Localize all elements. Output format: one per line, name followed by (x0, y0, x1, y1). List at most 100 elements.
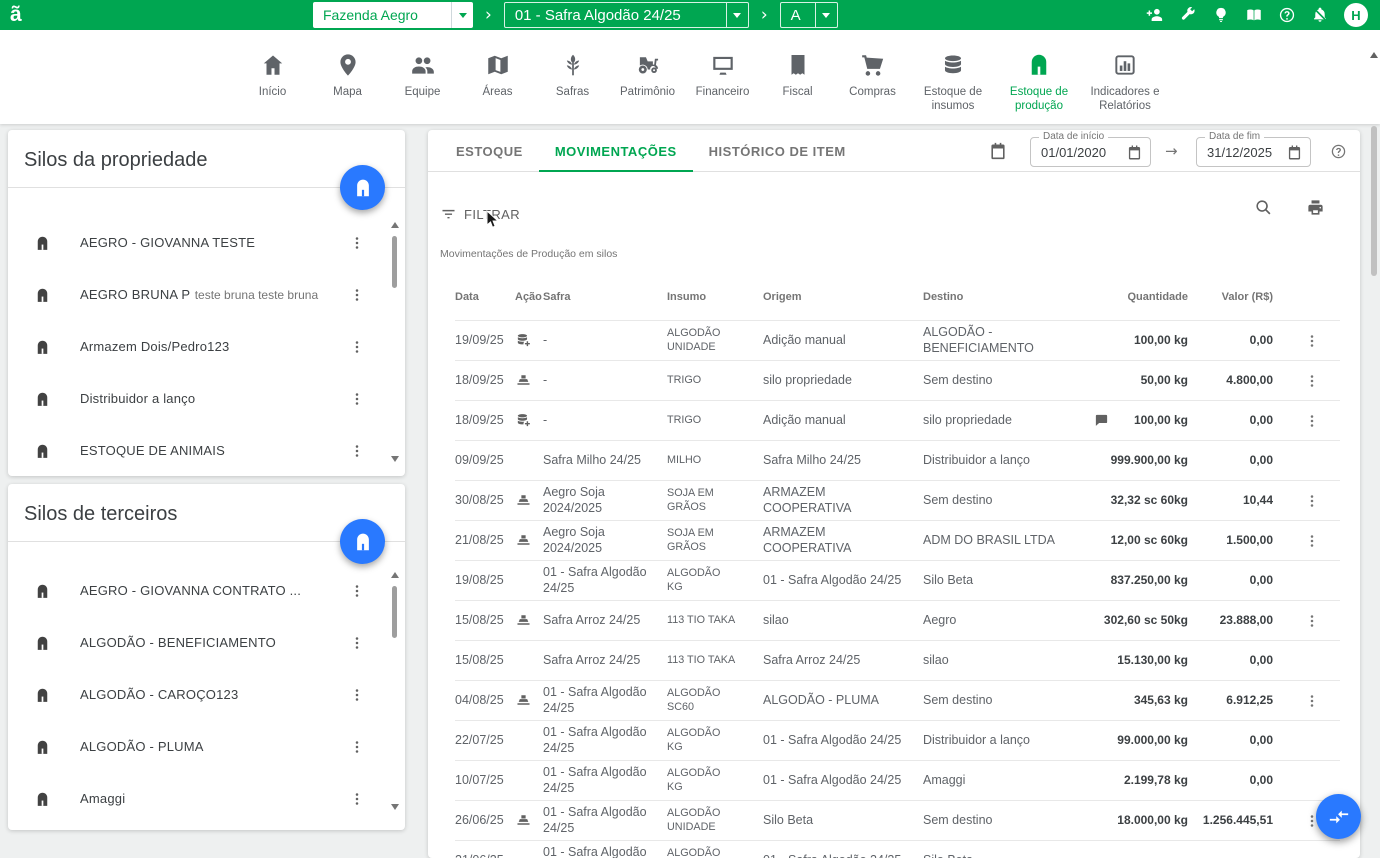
silo-list-item[interactable]: Distribuidor a lanço (8, 373, 387, 425)
own-silos-scrollbar[interactable] (389, 222, 400, 462)
whats-new-bulb-icon[interactable] (1212, 6, 1230, 24)
table-row[interactable]: 09/09/25 Safra Milho 24/25 MILHO Safra M… (455, 440, 1340, 480)
nav-financeiro[interactable]: Financeiro (685, 52, 760, 114)
silo-list-item[interactable]: Amaggi (8, 773, 387, 825)
third-party-silos-scrollbar[interactable] (389, 572, 400, 810)
row-menu-button[interactable] (1304, 693, 1320, 709)
nav-mapa[interactable]: Mapa (310, 52, 385, 114)
print-icon[interactable] (1306, 198, 1325, 217)
row-menu-button[interactable] (1304, 333, 1320, 349)
cell-destino: Silo Beta (923, 841, 1099, 858)
table-row[interactable]: 10/07/25 01 - Safra Algodão 24/25 ALGODÃ… (455, 760, 1340, 800)
plot-selector-caret[interactable] (815, 3, 837, 27)
date-start-value[interactable]: 01/01/2020 (1031, 145, 1126, 160)
item-menu-button[interactable] (349, 443, 365, 459)
row-menu-button[interactable] (1304, 493, 1320, 509)
scrollbar-thumb[interactable] (392, 236, 397, 288)
row-menu-button[interactable] (1304, 413, 1320, 429)
table-row[interactable]: 21/08/25 Aegro Soja 2024/2025 SOJA EM GR… (455, 520, 1340, 560)
table-row[interactable]: 26/06/25 01 - Safra Algodão 24/25 ALGODÃ… (455, 800, 1340, 840)
nav-areas[interactable]: Áreas (460, 52, 535, 114)
plot-selector[interactable]: A (780, 2, 838, 28)
table-row[interactable]: 19/09/25 - ALGODÃO UNIDADE Adição manual… (455, 320, 1340, 360)
nav-inicio[interactable]: Início (235, 52, 310, 114)
nav-safras[interactable]: Safras (535, 52, 610, 114)
notifications-off-icon[interactable] (1311, 6, 1329, 24)
scrollbar-thumb[interactable] (1371, 126, 1377, 276)
silo-list-item[interactable]: ESTOQUE DE ANIMAIS (8, 425, 387, 474)
calendar-icon[interactable] (1286, 144, 1303, 161)
cell-origem: 01 - Safra Algodão 24/25 (763, 773, 923, 789)
search-icon[interactable] (1254, 198, 1273, 217)
silo-list-item[interactable]: AEGRO - GIOVANNA CONTRATO ... (8, 565, 387, 617)
tab-historico-de-item[interactable]: HISTÓRICO DE ITEM (693, 130, 862, 172)
tab-movimentacoes[interactable]: MOVIMENTAÇÕES (539, 130, 693, 172)
invite-user-icon[interactable] (1146, 6, 1164, 24)
table-row[interactable]: 18/09/25 - TRIGO Adição manual silo prop… (455, 400, 1340, 440)
scroll-down-icon[interactable] (391, 804, 399, 810)
row-menu-button[interactable] (1304, 533, 1320, 549)
add-silo-fab[interactable] (340, 519, 385, 564)
date-end-field[interactable]: Data de fim 31/12/2025 (1196, 137, 1311, 167)
silo-list-item[interactable]: Armazem Dois/Pedro123 (8, 321, 387, 373)
help-icon[interactable] (1278, 6, 1296, 24)
tab-estoque[interactable]: ESTOQUE (440, 130, 539, 172)
silo-list-item[interactable]: AEGRO - GIOVANNA TESTE (8, 217, 387, 269)
table-row[interactable]: 21/06/25 01 - Safra Algodão 24/25 ALGODÃ… (455, 840, 1340, 858)
knowledge-base-icon[interactable] (1245, 6, 1263, 24)
scroll-up-icon[interactable] (1370, 52, 1378, 58)
item-menu-button[interactable] (349, 583, 365, 599)
date-end-value[interactable]: 31/12/2025 (1197, 145, 1286, 160)
silo-list-item[interactable]: AEGRO BRUNA P teste bruna teste bruna (8, 269, 387, 321)
item-menu-button[interactable] (349, 235, 365, 251)
item-menu-button[interactable] (349, 739, 365, 755)
scrollbar-thumb[interactable] (392, 586, 397, 638)
scroll-up-icon[interactable] (391, 572, 399, 578)
silo-list-item[interactable]: ALGODÃO - PLUMA (8, 721, 387, 773)
harvest-selector[interactable]: 01 - Safra Algodão 24/25 (504, 2, 749, 28)
calendar-icon[interactable] (1126, 144, 1143, 161)
table-row[interactable]: 19/08/25 01 - Safra Algodão 24/25 ALGODÃ… (455, 560, 1340, 600)
row-menu-button[interactable] (1304, 613, 1320, 629)
user-avatar[interactable]: H (1344, 3, 1368, 27)
silo-list-item[interactable]: ALGODÃO - CAROÇO123 (8, 669, 387, 721)
table-row[interactable]: 15/08/25 Safra Arroz 24/25 113 TIO TAKA … (455, 640, 1340, 680)
help-icon[interactable] (1330, 143, 1347, 160)
nav-fiscal[interactable]: Fiscal (760, 52, 835, 114)
item-menu-button[interactable] (349, 635, 365, 651)
page-scrollbar[interactable] (1369, 46, 1379, 856)
item-menu-button[interactable] (349, 391, 365, 407)
nav-estoque-producao[interactable]: Estoque de produção (996, 52, 1082, 114)
header-insumo: Insumo (667, 291, 763, 303)
silo-list-item[interactable]: ALGODÃO - BENEFICIAMENTO (8, 617, 387, 669)
date-start-field[interactable]: Data de início 01/01/2020 (1030, 137, 1151, 167)
row-menu-button[interactable] (1304, 373, 1320, 389)
table-row[interactable]: 15/08/25 Safra Arroz 24/25 113 TIO TAKA … (455, 600, 1340, 640)
tools-icon[interactable] (1179, 6, 1197, 24)
table-row[interactable]: 04/08/25 01 - Safra Algodão 24/25 ALGODÃ… (455, 680, 1340, 720)
table-row[interactable]: 30/08/25 Aegro Soja 2024/2025 SOJA EM GR… (455, 480, 1340, 520)
calendar-icon[interactable] (988, 141, 1008, 161)
item-menu-button[interactable] (349, 791, 365, 807)
cell-safra: 01 - Safra Algodão 24/25 (543, 845, 667, 858)
item-menu-button[interactable] (349, 287, 365, 303)
filter-button[interactable]: FILTRAR (440, 206, 520, 223)
nav-equipe[interactable]: Equipe (385, 52, 460, 114)
add-silo-fab[interactable] (340, 165, 385, 210)
table-row[interactable]: 22/07/25 01 - Safra Algodão 24/25 ALGODÃ… (455, 720, 1340, 760)
nav-patrimonio[interactable]: Patrimônio (610, 52, 685, 114)
farm-selector-caret[interactable] (451, 2, 473, 28)
new-movement-fab[interactable] (1316, 794, 1361, 839)
nav-estoque-insumos[interactable]: Estoque de insumos (910, 52, 996, 114)
nav-indicadores-relatorios[interactable]: Indicadores e Relatórios (1082, 52, 1168, 114)
nav-compras[interactable]: Compras (835, 52, 910, 114)
comment-icon[interactable] (1094, 413, 1109, 428)
item-menu-button[interactable] (349, 339, 365, 355)
scroll-down-icon[interactable] (391, 456, 399, 462)
table-row[interactable]: 18/09/25 - TRIGO silo propriedade Sem de… (455, 360, 1340, 400)
item-menu-button[interactable] (349, 687, 365, 703)
scroll-up-icon[interactable] (391, 222, 399, 228)
aegro-logo: ã (10, 3, 22, 26)
farm-selector[interactable]: Fazenda Aegro (313, 2, 473, 28)
harvest-selector-caret[interactable] (726, 3, 748, 27)
